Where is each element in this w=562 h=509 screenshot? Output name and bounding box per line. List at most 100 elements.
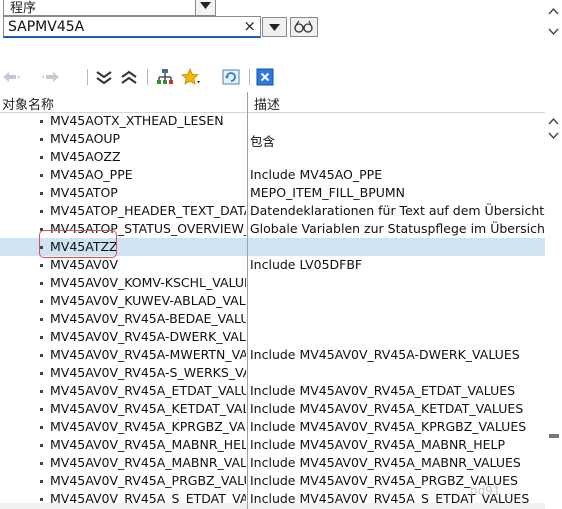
table-row[interactable]: MV45AOUP 包含	[0, 130, 545, 148]
chevron-down-icon	[269, 23, 280, 31]
favorites-button[interactable]	[180, 67, 202, 87]
object-name-cell[interactable]: MV45ATOP	[50, 185, 246, 202]
collapse-all-button[interactable]	[93, 67, 115, 87]
scrollbar-thumb[interactable]	[549, 434, 559, 438]
tree-bullet-icon	[40, 426, 43, 429]
description-cell: MEPO_ITEM_FILL_BPUMN	[250, 185, 406, 200]
table-row[interactable]: MV45AV0V_RV45A_PRGBZ_VALUES Include MV45A…	[0, 472, 545, 490]
object-name-cell[interactable]: MV45AV0V_RV45A-MWERTN_VALUES	[50, 347, 246, 364]
description-cell: Include MV45AV0V_RV45A-DWERK_VALUES	[250, 347, 520, 362]
object-name-cell[interactable]: MV45AV0V_RV45A_ETDAT_VALUES	[50, 383, 246, 400]
back-arrow-icon	[3, 72, 20, 82]
tree-bullet-icon	[40, 336, 43, 339]
table-row[interactable]: MV45AV0V Include LV05DFBF	[0, 256, 545, 274]
object-name-cell[interactable]: MV45AV0V	[50, 257, 246, 274]
object-name-cell[interactable]: MV45AV0V_KUWEV-ABLAD_VALUES	[50, 293, 246, 310]
tree-bullet-icon	[40, 156, 43, 159]
horizontal-scrollbar[interactable]	[0, 503, 545, 509]
chevron-down-icon[interactable]	[195, 0, 215, 15]
back-button[interactable]	[0, 67, 22, 87]
table-row[interactable]: MV45AV0V_RV45A_KPRGBZ_VALUES Include MV45…	[0, 418, 545, 436]
object-tree-list: MV45AOTX_XTHEAD_LESEN MV45AOUP 包含 MV45AOZZ M…	[0, 112, 545, 509]
object-name-cell[interactable]: MV45AV0V_RV45A-S_WERKS_VALUES	[50, 365, 246, 382]
hierarchy-button[interactable]	[154, 67, 176, 87]
toolbar-separator	[87, 69, 88, 85]
close-button[interactable]	[254, 67, 276, 87]
description-cell	[250, 275, 545, 292]
tree-bullet-icon	[40, 462, 43, 465]
dropdown-button[interactable]	[262, 17, 287, 37]
table-row[interactable]: MV45AV0V_RV45A-S_WERKS_VALUES	[0, 364, 545, 382]
table-row[interactable]: MV45AV0V_RV45A_MABNR_HELP Include MV45AV0…	[0, 436, 545, 454]
tree-bullet-icon	[40, 282, 43, 285]
table-row[interactable]: MV45AV0V_RV45A_MABNR_VALUES Include MV45A…	[0, 454, 545, 472]
description-cell	[250, 149, 545, 166]
table-row[interactable]: MV45AV0V_RV45A-MWERTN_VALUES Include MV45…	[0, 346, 545, 364]
object-name-cell[interactable]: MV45AV0V_RV45A-BEDAE_VALUES	[50, 311, 246, 328]
object-type-select[interactable]: 程序	[3, 0, 216, 16]
table-row[interactable]: MV45AV0V_RV45A-BEDAE_VALUES	[0, 310, 545, 328]
sap-object-browser: 程序 SAPMV45A × 对象名称 描述 MV45AOTX_XTHEAD_LE…	[0, 0, 562, 509]
object-name-cell[interactable]: MV45AV0V_RV45A-DWERK_VALUES	[50, 329, 246, 346]
tree-bullet-icon	[40, 498, 43, 501]
description-cell: Include MV45AO_PPE	[250, 167, 383, 182]
display-glasses-button[interactable]	[290, 17, 318, 37]
column-header-description[interactable]: 描述	[254, 94, 280, 113]
tree-bullet-icon	[40, 264, 43, 267]
chevron-up-icon[interactable]	[548, 6, 559, 17]
description-cell: Include MV45AV0V_RV45A_KETDAT_VALUES	[250, 401, 524, 416]
tree-bullet-icon	[40, 300, 43, 303]
tree-bullet-icon	[40, 480, 43, 483]
object-name-cell[interactable]: MV45AV0V_RV45A_PRGBZ_VALUES	[50, 473, 246, 490]
object-selection-area: 程序 SAPMV45A ×	[0, 0, 562, 60]
object-name-cell[interactable]: MV45AV0V_RV45A_MABNR_VALUES	[50, 455, 246, 472]
object-name-value: SAPMV45A	[8, 19, 85, 35]
object-name-cell[interactable]: MV45AV0V_RV45A_MABNR_HELP	[50, 437, 246, 454]
outer-scrollbar[interactable]	[545, 0, 562, 50]
refresh-button[interactable]	[220, 67, 242, 87]
table-row[interactable]: MV45AV0V_RV45A_ETDAT_VALUES Include MV45A…	[0, 382, 545, 400]
table-row[interactable]: MV45AV0V_KOMV-KSCHL_VALUES	[0, 274, 545, 292]
object-name-cell[interactable]: MV45AV0V_RV45A_KPRGBZ_VALUES	[50, 419, 246, 436]
chevron-down-icon[interactable]	[548, 130, 559, 141]
table-row[interactable]: MV45ATOP_HEADER_TEXT_DATA Datendeklaratio…	[0, 202, 545, 220]
description-cell: 包含	[250, 134, 276, 148]
object-name-cell[interactable]: MV45ATOP_HEADER_TEXT_DATA	[50, 203, 246, 220]
expand-all-button[interactable]	[118, 67, 140, 87]
tree-bullet-icon	[40, 192, 43, 195]
object-name-cell[interactable]: MV45AOTX_XTHEAD_LESEN	[50, 113, 246, 130]
tree-bullet-icon	[40, 120, 43, 123]
table-row[interactable]: MV45ATOP MEPO_ITEM_FILL_BPUMN	[0, 184, 545, 202]
expand-all-icon	[121, 70, 137, 84]
object-name-cell[interactable]: MV45AOZZ	[50, 149, 246, 166]
description-cell: Globale Variablen zur Statuspflege im Üb…	[250, 221, 545, 236]
description-cell	[250, 311, 545, 328]
table-row[interactable]: MV45AOZZ	[0, 148, 545, 166]
object-name-cell[interactable]: MV45AO_PPE	[50, 167, 246, 184]
chevron-down-icon[interactable]	[548, 26, 559, 37]
table-row[interactable]: MV45AV0V_KUWEV-ABLAD_VALUES	[0, 292, 545, 310]
object-name-cell[interactable]: MV45AOUP	[50, 131, 246, 148]
forward-button[interactable]	[40, 67, 62, 87]
tree-bullet-icon	[40, 390, 43, 393]
object-name-cell[interactable]: MV45AV0V_RV45A_KETDAT_VALUES	[50, 401, 246, 418]
collapse-all-icon	[96, 71, 112, 85]
table-row[interactable]: MV45AO_PPE Include MV45AO_PPE	[0, 166, 545, 184]
column-separator[interactable]	[247, 92, 248, 509]
tree-bullet-icon	[40, 408, 43, 411]
object-name-cell[interactable]: MV45AV0V_KOMV-KSCHL_VALUES	[50, 275, 246, 292]
watermark-text: nd91	[470, 484, 501, 498]
vertical-scrollbar[interactable]	[545, 112, 562, 509]
chevron-up-icon[interactable]	[548, 116, 559, 127]
table-row[interactable]: MV45AV0V_RV45A_KETDAT_VALUES Include MV45…	[0, 400, 545, 418]
description-cell	[250, 113, 545, 130]
object-name-input[interactable]: SAPMV45A ×	[3, 16, 261, 38]
glasses-icon	[294, 20, 313, 33]
clear-icon[interactable]: ×	[243, 17, 256, 35]
table-header: 对象名称 描述	[0, 92, 545, 113]
table-row[interactable]: MV45AV0V_RV45A-DWERK_VALUES	[0, 328, 545, 346]
description-cell: Include MV45AV0V_RV45A_PRGBZ_VALUES	[250, 473, 518, 488]
column-header-object-name[interactable]: 对象名称	[2, 94, 54, 113]
table-row[interactable]: MV45AOTX_XTHEAD_LESEN	[0, 112, 545, 130]
description-cell: Include MV45AV0V_RV45A_KPRGBZ_VALUES	[250, 419, 527, 434]
